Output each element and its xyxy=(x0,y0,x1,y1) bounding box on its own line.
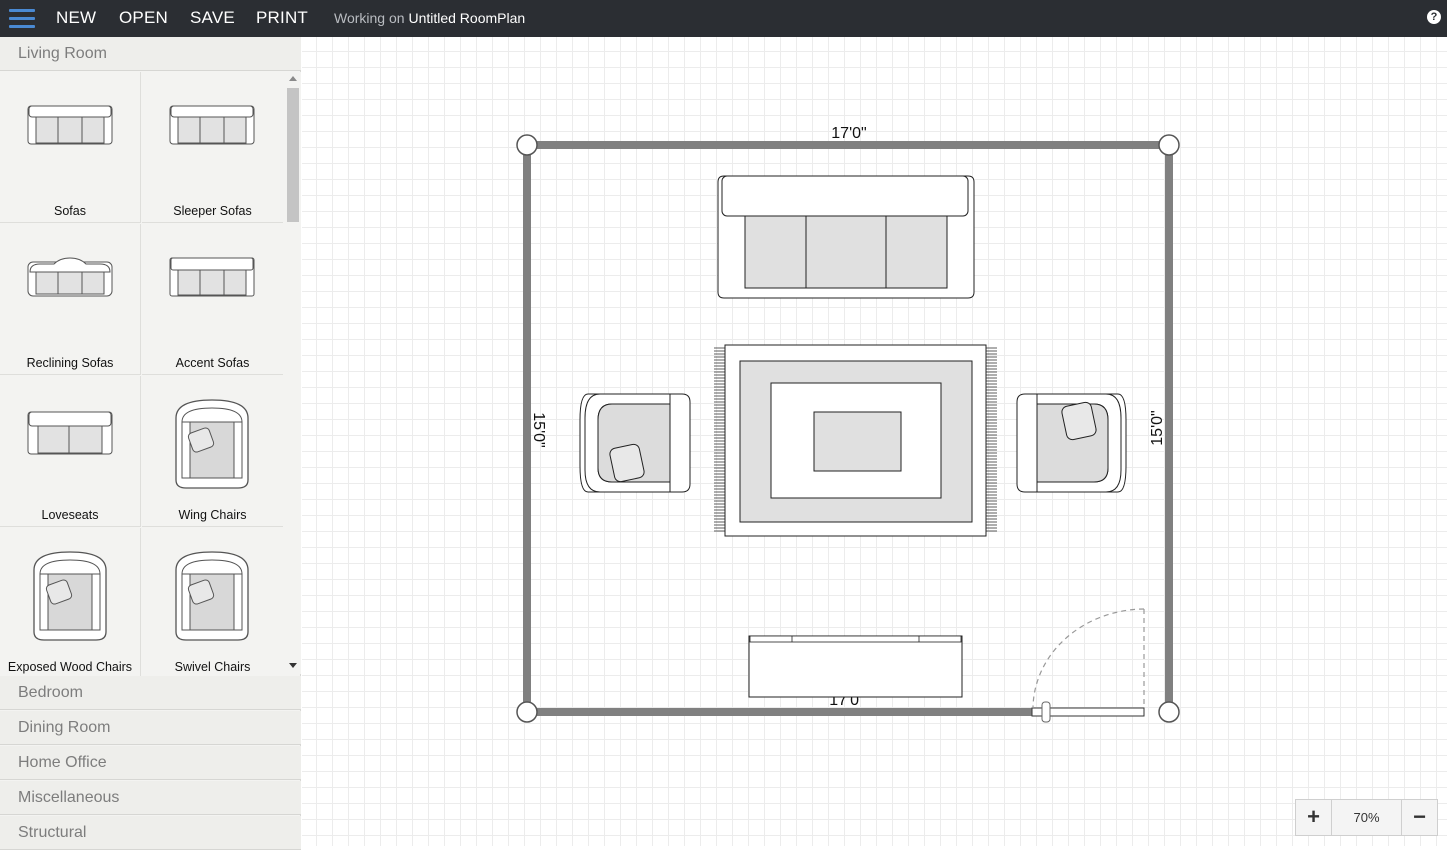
left-wall-length: 15'0" xyxy=(530,412,547,447)
item-label: Exposed Wood Chairs xyxy=(7,660,133,674)
scrollbar-thumb[interactable] xyxy=(287,88,299,222)
zoom-in-button[interactable]: + xyxy=(1296,800,1332,835)
swivel-chair-icon xyxy=(175,551,249,641)
category-dining-room[interactable]: Dining Room xyxy=(0,711,301,745)
wing-chairs-item[interactable]: Wing Chairs xyxy=(142,376,283,527)
item-label: Loveseats xyxy=(41,508,99,522)
furniture-item-grid: Sofas Sleeper Sofas Reclining Sofas Acce… xyxy=(0,72,285,711)
sidebar-scrollbar[interactable] xyxy=(285,72,301,674)
category-living-room[interactable]: Living Room xyxy=(0,37,301,71)
sleeper-sofa-icon xyxy=(169,105,255,145)
reclining-sofas-item[interactable]: Reclining Sofas xyxy=(0,224,141,375)
top-toolbar: NEW OPEN SAVE PRINT Working on Untitled … xyxy=(0,0,1447,37)
zoom-control: + 70% − xyxy=(1295,799,1438,836)
sofas-item[interactable]: Sofas xyxy=(0,72,141,223)
tv-console[interactable] xyxy=(748,635,963,698)
scroll-down-arrow-icon[interactable] xyxy=(289,663,297,668)
category-home-office[interactable]: Home Office xyxy=(0,746,301,780)
category-miscellaneous[interactable]: Miscellaneous xyxy=(0,781,301,815)
right-wall-length: 15'0" xyxy=(1149,410,1166,445)
print-button[interactable]: PRINT xyxy=(256,0,308,37)
accent-sofas-item[interactable]: Accent Sofas xyxy=(142,224,283,375)
item-label: Sleeper Sofas xyxy=(173,204,252,218)
accent-sofa-icon xyxy=(169,257,255,297)
item-label: Sofas xyxy=(54,204,86,218)
top-wall-length: 17'0" xyxy=(831,125,866,142)
help-icon[interactable]: ? xyxy=(1427,10,1441,24)
zoom-level-display: 70% xyxy=(1353,810,1380,825)
document-name: Untitled RoomPlan xyxy=(408,10,526,26)
swivel-chairs-item[interactable]: Swivel Chairs xyxy=(142,528,283,679)
right-armchair[interactable] xyxy=(1016,393,1127,493)
category-bedroom[interactable]: Bedroom xyxy=(0,676,301,710)
area-rug[interactable] xyxy=(714,344,997,537)
new-button[interactable]: NEW xyxy=(56,0,96,37)
item-label: Reclining Sofas xyxy=(26,356,114,370)
scroll-up-arrow-icon[interactable] xyxy=(289,76,297,81)
reclining-sofa-icon xyxy=(27,257,113,297)
item-label: Wing Chairs xyxy=(178,508,247,522)
category-structural[interactable]: Structural xyxy=(0,816,301,850)
sofa[interactable] xyxy=(717,175,975,299)
zoom-out-button[interactable]: − xyxy=(1401,800,1437,835)
exposed-wood-chair-icon xyxy=(33,551,107,641)
furniture-sidebar: Living Room Sofas Sleeper Sofas Reclinin… xyxy=(0,37,301,850)
item-label: Accent Sofas xyxy=(175,356,250,370)
sleeper-sofas-item[interactable]: Sleeper Sofas xyxy=(142,72,283,223)
exposed-wood-chairs-item[interactable]: Exposed Wood Chairs xyxy=(0,528,141,679)
open-button[interactable]: OPEN xyxy=(119,0,168,37)
working-on-prefix: Working on xyxy=(334,10,405,26)
loveseat-icon xyxy=(27,411,113,455)
item-label: Swivel Chairs xyxy=(174,660,251,674)
room-plan-canvas[interactable]: 17'0" 17'0" 15'0" 15'0" + 70% − xyxy=(302,37,1447,846)
floor-plan-drawing: 17'0" 17'0" 15'0" 15'0" xyxy=(516,125,1180,723)
door[interactable] xyxy=(1031,608,1145,723)
working-on-status: Working on Untitled RoomPlan xyxy=(334,0,525,37)
loveseats-item[interactable]: Loveseats xyxy=(0,376,141,527)
wing-chair-icon xyxy=(175,399,249,489)
save-button[interactable]: SAVE xyxy=(190,0,235,37)
sofa-icon xyxy=(27,105,113,145)
left-armchair[interactable] xyxy=(579,393,691,493)
hamburger-menu-icon[interactable] xyxy=(9,8,35,28)
